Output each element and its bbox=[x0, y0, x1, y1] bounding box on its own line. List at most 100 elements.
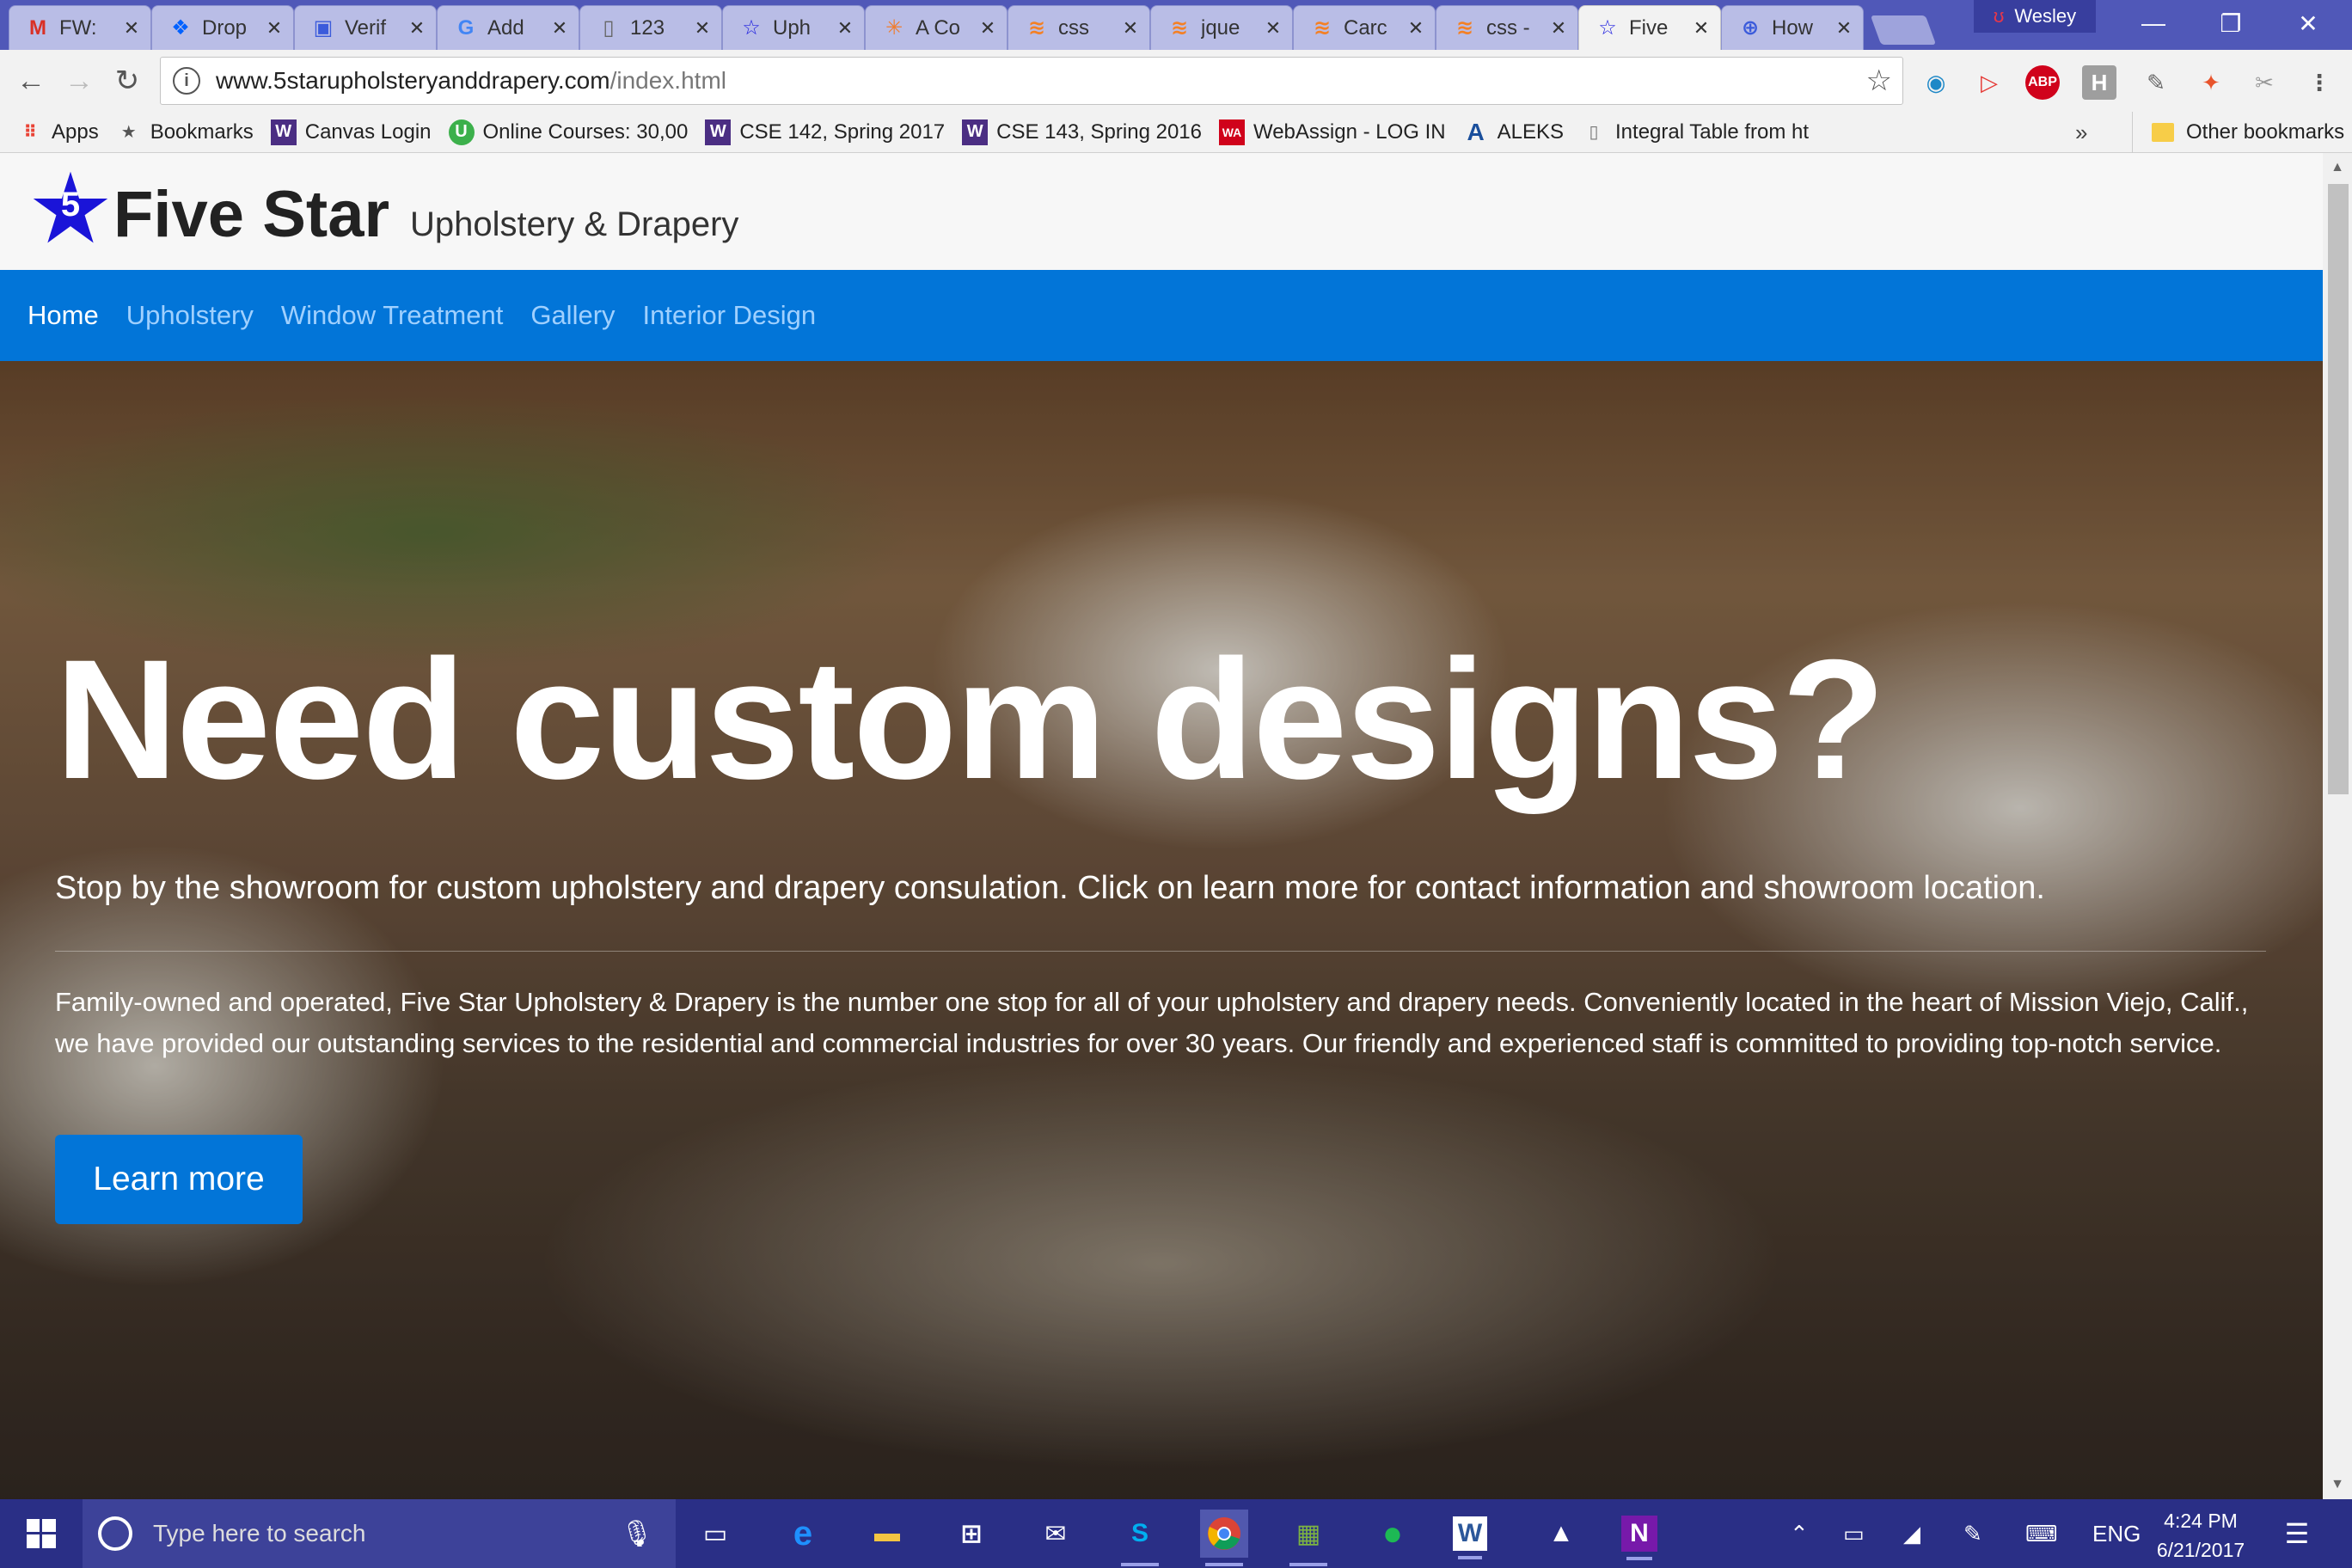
back-icon[interactable]: ← bbox=[10, 60, 52, 101]
bookmark-canvas[interactable]: W Canvas Login bbox=[270, 119, 432, 145]
browser-tab[interactable]: ❖ Drop ✕ bbox=[151, 5, 294, 50]
nav-link-upholstery[interactable]: Upholstery bbox=[126, 300, 254, 331]
browser-tab[interactable]: ≋ css ✕ bbox=[1008, 5, 1150, 50]
close-icon[interactable]: ✕ bbox=[977, 17, 998, 40]
close-icon[interactable]: ✕ bbox=[1691, 17, 1712, 40]
file-explorer-icon[interactable]: ▬ bbox=[863, 1510, 911, 1558]
browser-tab[interactable]: ⊕ How ✕ bbox=[1721, 5, 1864, 50]
close-icon[interactable]: ✕ bbox=[1263, 17, 1283, 40]
minimize-icon[interactable]: — bbox=[2115, 0, 2192, 46]
skype-icon[interactable]: S bbox=[1116, 1510, 1164, 1566]
word-icon[interactable]: W bbox=[1453, 1516, 1487, 1559]
bookmark-cse142[interactable]: W CSE 142, Spring 2017 bbox=[705, 119, 945, 145]
extension-h-icon[interactable]: H bbox=[2082, 65, 2116, 100]
reload-icon[interactable]: ↻ bbox=[107, 60, 148, 101]
tray-show-hidden-icon[interactable]: ⌃ bbox=[1790, 1499, 1809, 1568]
close-icon[interactable]: ✕ bbox=[121, 17, 142, 40]
menu-icon[interactable]: ⋮ bbox=[2302, 65, 2337, 100]
bookmark-integral-table[interactable]: ▯ Integral Table from ht bbox=[1581, 119, 1810, 145]
apps-grid-icon: ⠿ bbox=[23, 123, 37, 142]
bookmark-apps[interactable]: ⠿ Apps bbox=[17, 119, 99, 145]
browser-tab[interactable]: ≋ css - ✕ bbox=[1436, 5, 1578, 50]
close-icon[interactable]: ✕ bbox=[549, 17, 570, 40]
stackoverflow-icon: ≋ bbox=[1455, 16, 1474, 40]
nav-link-interior-design[interactable]: Interior Design bbox=[643, 300, 817, 331]
browser-tab[interactable]: ≋ Carc ✕ bbox=[1293, 5, 1436, 50]
close-icon[interactable]: ✕ bbox=[1406, 17, 1426, 40]
microphone-icon[interactable]: 🎙 bbox=[621, 1519, 653, 1549]
close-icon[interactable]: ✕ bbox=[1834, 17, 1854, 40]
bookmark-bookmarks[interactable]: ★ Bookmarks bbox=[116, 119, 254, 145]
other-bookmarks[interactable]: Other bookmarks bbox=[2132, 112, 2344, 153]
windows-start-icon[interactable] bbox=[0, 1499, 83, 1568]
language-indicator[interactable]: ENG bbox=[2092, 1499, 2141, 1568]
close-icon[interactable]: ✕ bbox=[1548, 17, 1569, 40]
tab-title: Add bbox=[487, 15, 524, 40]
extension-scissors-icon[interactable]: ✂ bbox=[2247, 65, 2282, 100]
wifi-icon[interactable]: ◢ bbox=[1903, 1499, 1920, 1568]
close-icon[interactable]: ✕ bbox=[1120, 17, 1141, 40]
browser-tab[interactable]: ☆ Uph ✕ bbox=[722, 5, 865, 50]
store-icon[interactable]: ⊞ bbox=[947, 1510, 995, 1558]
browser-tab[interactable]: M FW: ✕ bbox=[9, 5, 151, 50]
browser-tab[interactable]: ≋ jque ✕ bbox=[1150, 5, 1293, 50]
browser-tab-active[interactable]: ☆ Five ✕ bbox=[1578, 5, 1721, 50]
bookmark-webassign[interactable]: WA WebAssign - LOG IN bbox=[1218, 119, 1446, 145]
nav-link-home[interactable]: Home bbox=[28, 300, 99, 331]
browser-tab[interactable]: G Add ✕ bbox=[437, 5, 579, 50]
asterisk-icon: ✳ bbox=[885, 16, 903, 40]
forward-icon[interactable]: → bbox=[58, 60, 100, 101]
new-tab-button[interactable] bbox=[1870, 15, 1937, 45]
task-view-icon[interactable]: ▭ bbox=[691, 1510, 739, 1558]
close-icon[interactable]: ✕ bbox=[692, 17, 713, 40]
scroll-up-icon[interactable]: ▲ bbox=[2323, 153, 2352, 182]
info-icon[interactable]: i bbox=[173, 67, 200, 95]
google-icon: G bbox=[457, 15, 475, 40]
keyboard-icon[interactable]: ⌨ bbox=[2025, 1499, 2058, 1568]
edge-icon[interactable]: e bbox=[779, 1510, 827, 1558]
browser-tab[interactable]: ▯ 123 ✕ bbox=[579, 5, 722, 50]
browser-toolbar: ← → ↻ i www.5starupholsteryanddrapery.co… bbox=[0, 50, 2352, 112]
chrome-icon[interactable] bbox=[1200, 1510, 1248, 1566]
mail-icon[interactable]: ✉ bbox=[1032, 1510, 1080, 1558]
site-brand[interactable]: 5 Five Star Upholstery & Drapery bbox=[31, 168, 738, 248]
nav-link-gallery[interactable]: Gallery bbox=[530, 300, 615, 331]
adblock-icon[interactable]: ABP bbox=[2025, 65, 2060, 100]
action-center-icon[interactable]: ☰ bbox=[2275, 1511, 2319, 1556]
eyedropper-icon[interactable]: ✎ bbox=[2139, 65, 2173, 100]
photo-app-icon[interactable]: ▦ bbox=[1284, 1510, 1332, 1566]
bookmark-udemy[interactable]: U Online Courses: 30,00 bbox=[448, 119, 688, 145]
scroll-down-icon[interactable]: ▼ bbox=[2323, 1470, 2352, 1499]
bookmarks-overflow-button[interactable]: » bbox=[2075, 112, 2087, 153]
spotify-icon[interactable]: ● bbox=[1369, 1510, 1417, 1558]
uw-icon: W bbox=[962, 119, 989, 145]
clock-time: 4:24 PM bbox=[2164, 1510, 2238, 1532]
extension-crab-icon[interactable]: ✦ bbox=[2194, 65, 2228, 100]
bookmark-cse143[interactable]: W CSE 143, Spring 2016 bbox=[962, 119, 1202, 145]
pen-icon[interactable]: ✎ bbox=[1963, 1499, 1982, 1568]
browser-tab[interactable]: ▣ Verif ✕ bbox=[294, 5, 437, 50]
bookmark-label: Integral Table from ht bbox=[1615, 119, 1810, 144]
onenote-icon[interactable]: N bbox=[1621, 1516, 1657, 1560]
address-bar[interactable]: i www.5starupholsteryanddrapery.com/inde… bbox=[160, 57, 1903, 105]
taskbar-search[interactable]: Type here to search 🎙 bbox=[83, 1499, 676, 1568]
bookmark-star-icon[interactable]: ☆ bbox=[1866, 64, 1892, 98]
close-window-icon[interactable]: ✕ bbox=[2269, 0, 2347, 46]
page-scrollbar[interactable]: ▲ ▼ bbox=[2323, 153, 2352, 1499]
browser-tab[interactable]: ✳ A Co ✕ bbox=[865, 5, 1008, 50]
close-icon[interactable]: ✕ bbox=[835, 17, 855, 40]
taskbar-clock[interactable]: 4:24 PM 6/21/2017 bbox=[2141, 1506, 2261, 1565]
close-icon[interactable]: ✕ bbox=[264, 17, 285, 40]
nav-link-window-treatment[interactable]: Window Treatment bbox=[281, 300, 503, 331]
scrollbar-thumb[interactable] bbox=[2328, 184, 2349, 794]
battery-icon[interactable]: ▭ bbox=[1843, 1499, 1865, 1568]
learn-more-button[interactable]: Learn more bbox=[55, 1135, 303, 1224]
photos-icon[interactable]: ▲ bbox=[1537, 1510, 1585, 1558]
restore-icon[interactable]: ❐ bbox=[2192, 0, 2269, 46]
profile-button[interactable]: ʊ Wesley bbox=[1974, 0, 2096, 33]
close-icon[interactable]: ✕ bbox=[407, 17, 427, 40]
extension-eye-icon[interactable]: ◉ bbox=[1919, 65, 1953, 100]
extension-play-icon[interactable]: ▷ bbox=[1972, 65, 2006, 100]
hero-background-image bbox=[0, 361, 2323, 1499]
bookmark-aleks[interactable]: A ALEKS bbox=[1463, 119, 1565, 145]
